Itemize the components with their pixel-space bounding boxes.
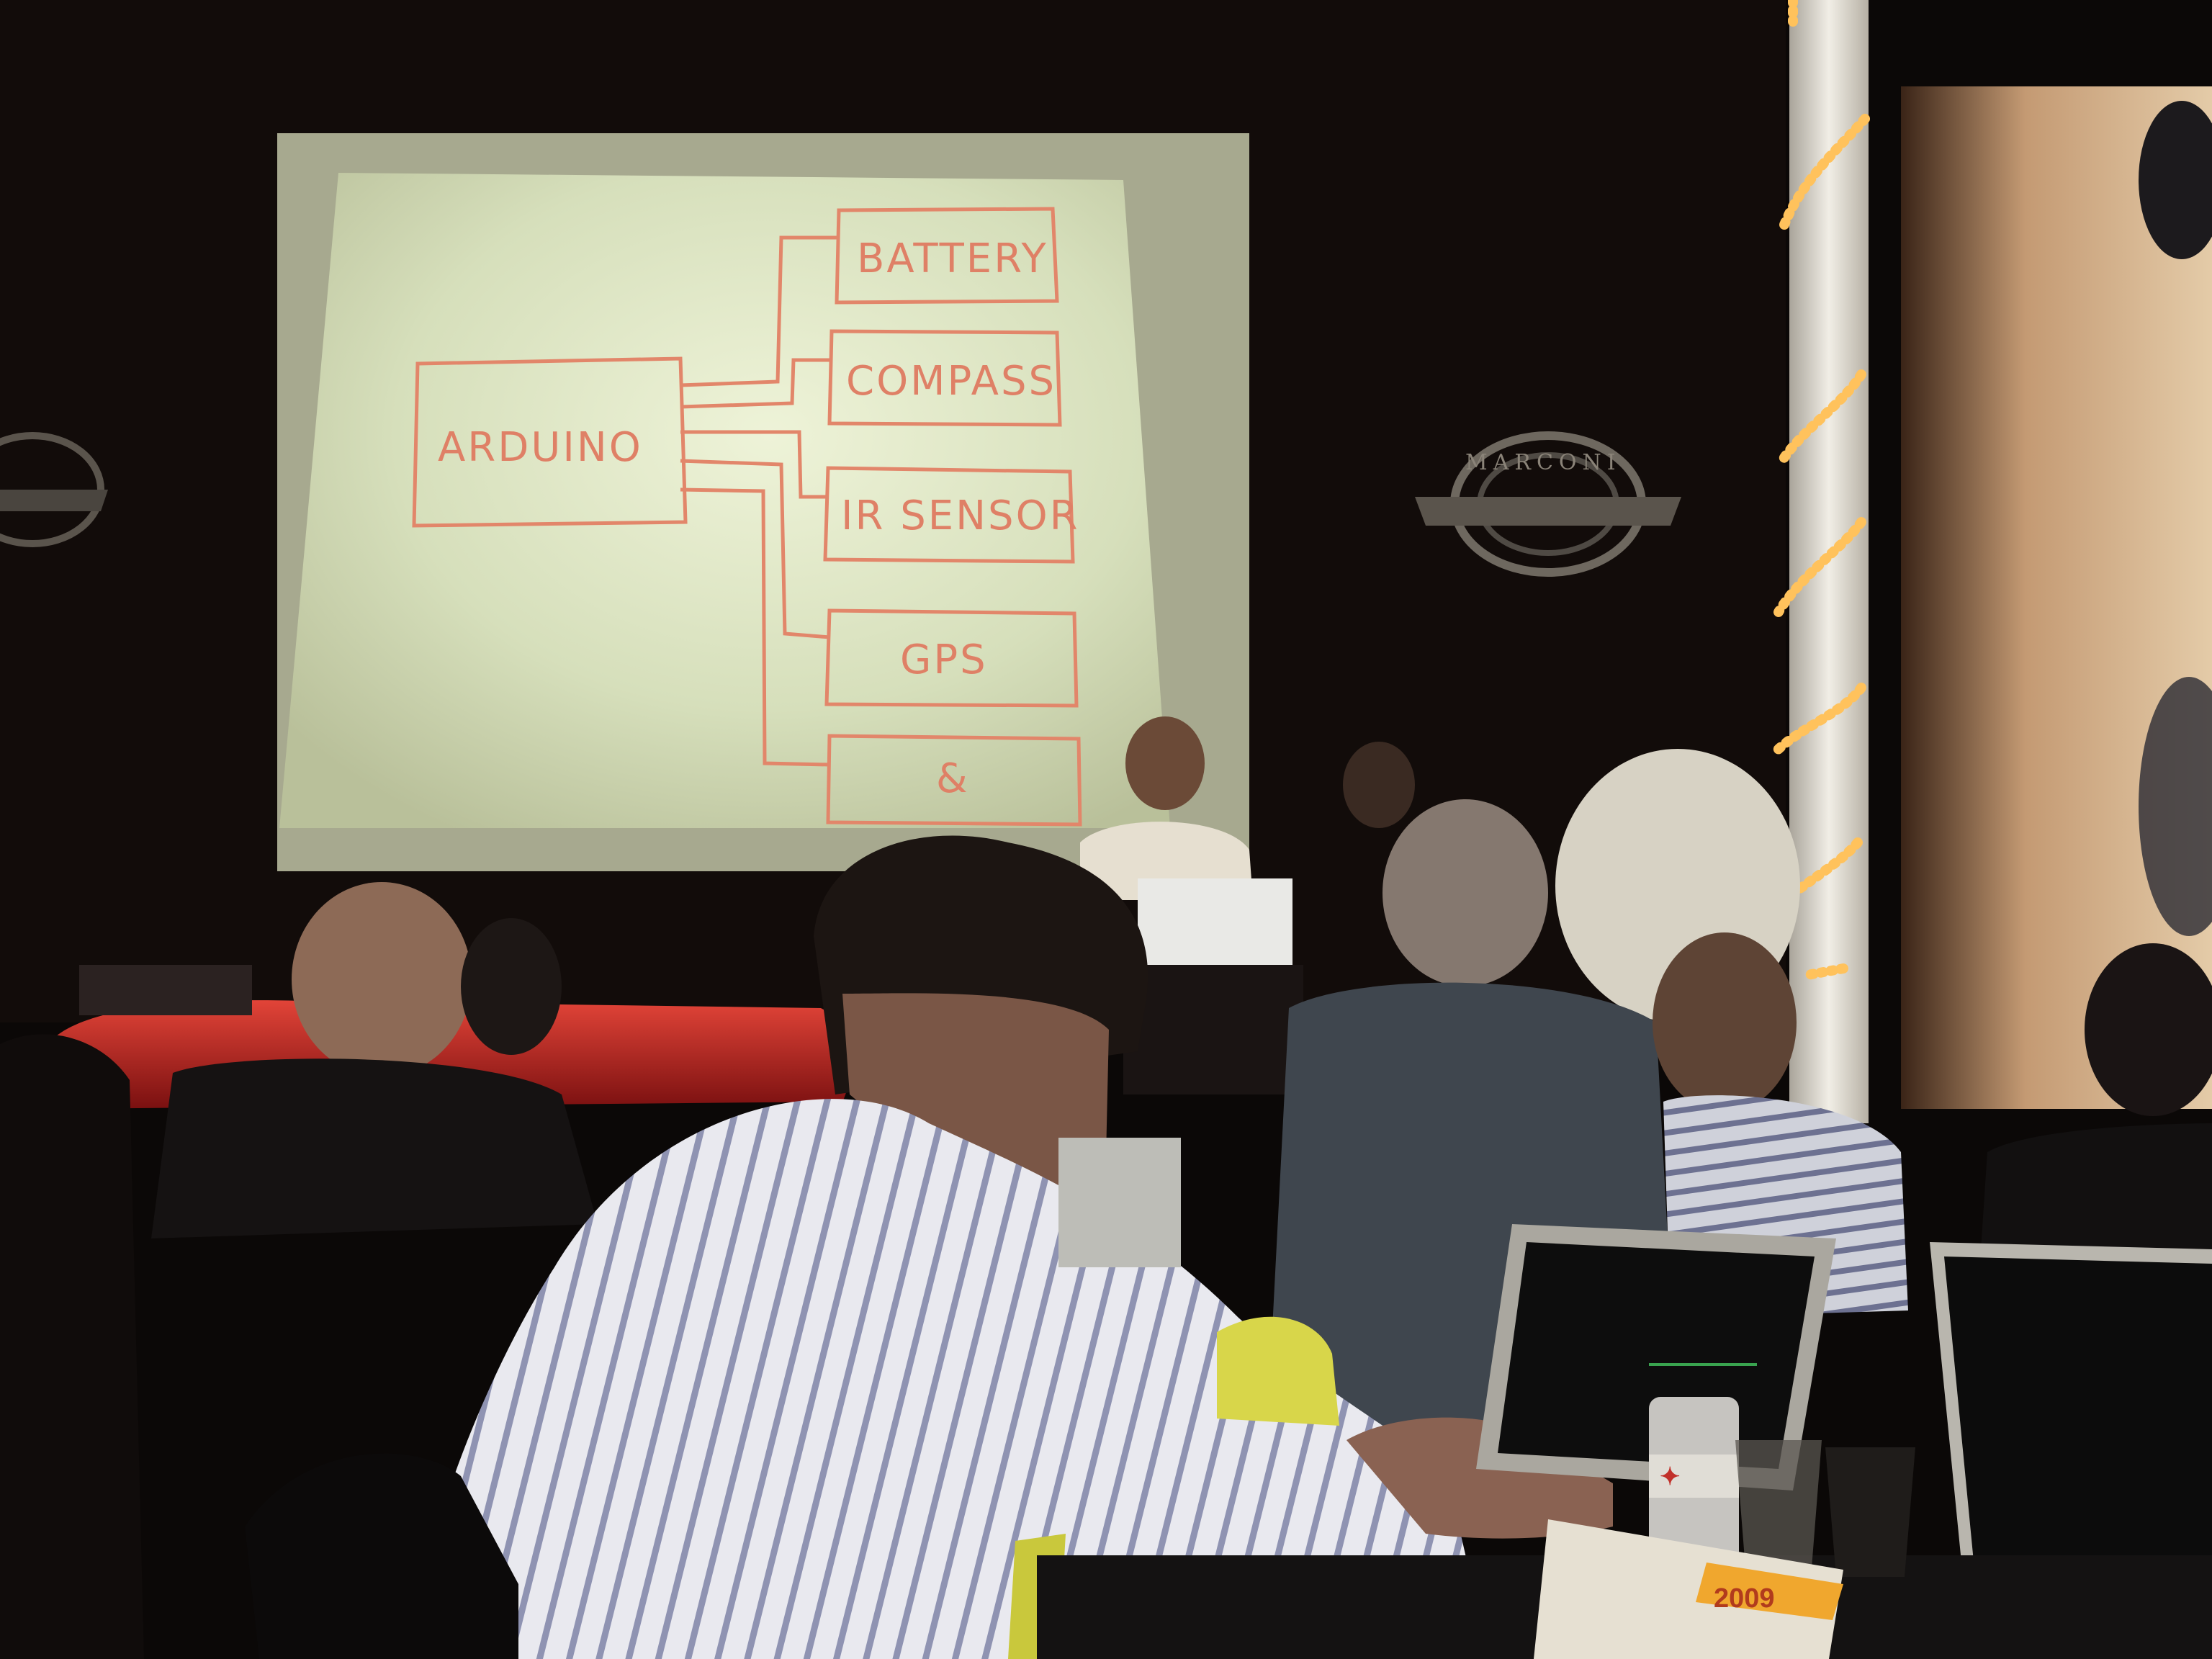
left-attendee-silhouette <box>0 1034 144 1659</box>
ampersand-label: & <box>936 755 970 802</box>
venue-logo-text: MARCONI <box>1465 450 1622 475</box>
laptop-back-center <box>1058 1138 1181 1267</box>
glasses-attendee-head <box>1653 932 1797 1112</box>
battery-label: BATTERY <box>857 235 1048 282</box>
presenter-head <box>1125 716 1205 810</box>
ir-sensor-label: IR SENSOR <box>841 493 1080 539</box>
photo-scene: ARDUINO BATTERY COMPASS IR SENSOR GPS & … <box>0 0 2212 1659</box>
arduino-label: ARDUINO <box>438 424 643 471</box>
svg-text:✦: ✦ <box>1660 1463 1681 1491</box>
car-window-frame <box>79 965 252 1015</box>
podium-laptop <box>1138 878 1292 972</box>
grey-hair-attendee-head <box>1382 799 1548 986</box>
podium <box>1123 965 1303 1094</box>
flyer-year: 2009 <box>1714 1583 1775 1614</box>
second-presenter-head <box>1343 742 1415 828</box>
bald-attendee-body <box>151 1058 598 1238</box>
compass-label: COMPASS <box>846 358 1056 405</box>
bald-attendee-head <box>292 882 472 1076</box>
attendee-head-2 <box>461 918 562 1055</box>
dark-cup <box>1825 1447 1915 1577</box>
gps-label: GPS <box>900 637 988 683</box>
